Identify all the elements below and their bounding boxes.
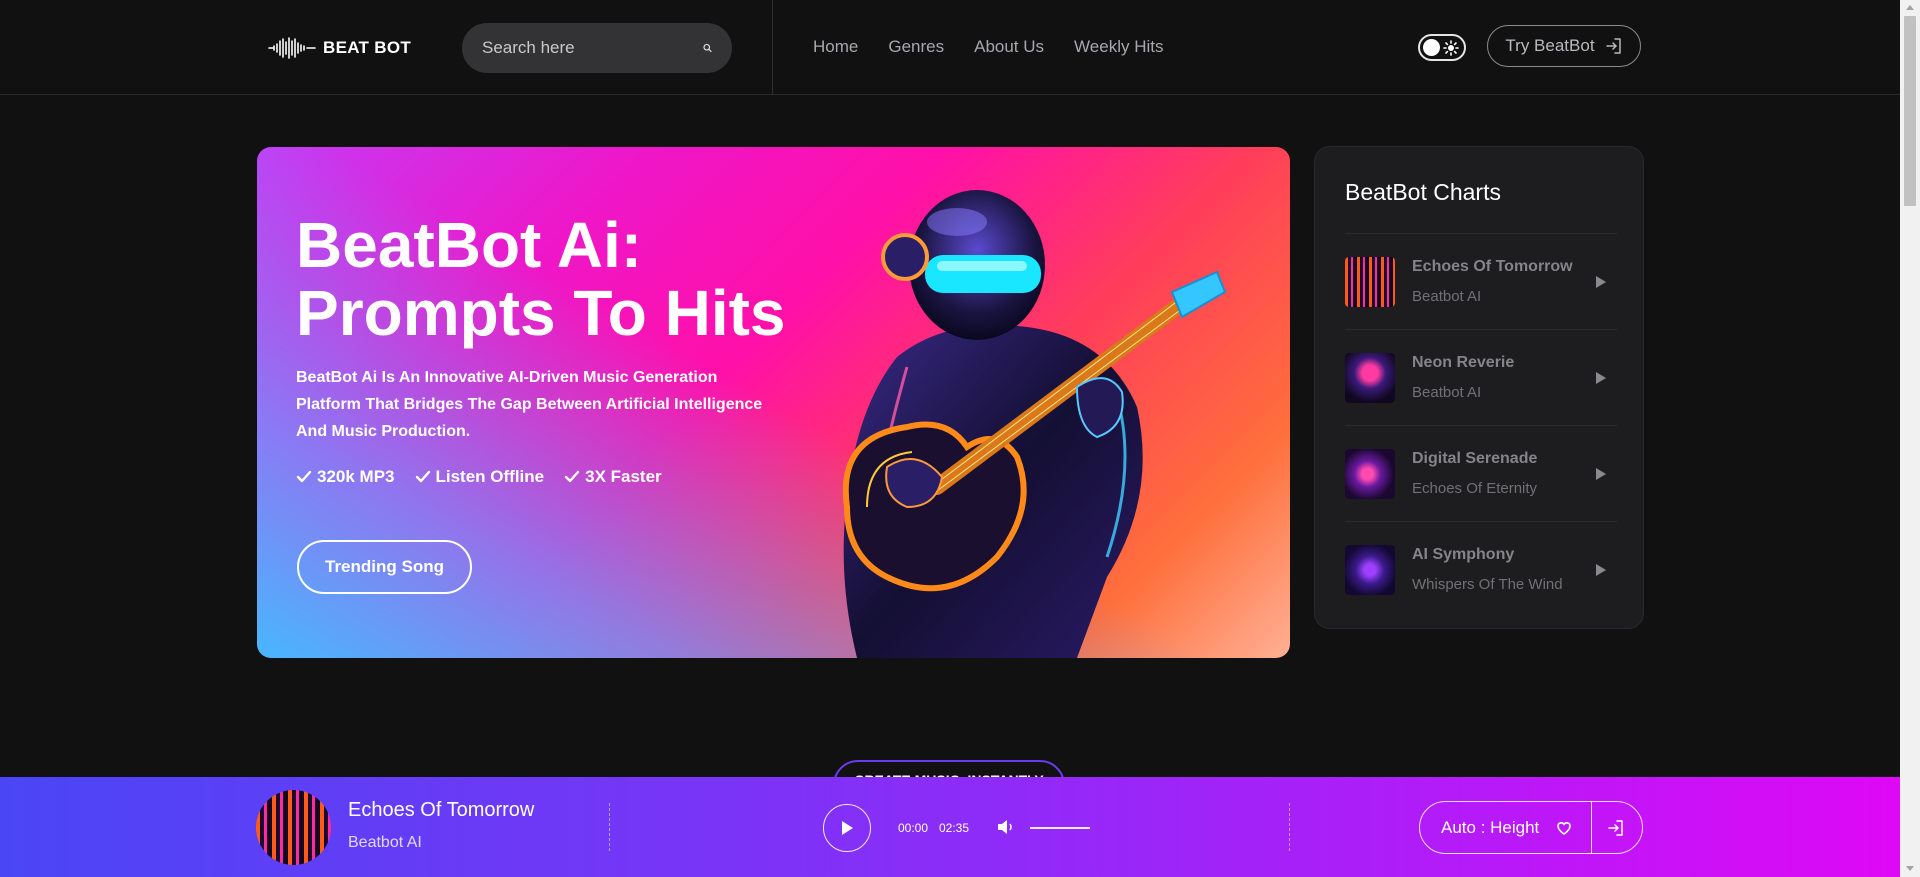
feature-label: 3X Faster: [585, 467, 662, 486]
feature-item: 3X Faster: [564, 467, 662, 487]
scroll-up-icon[interactable]: [1906, 5, 1914, 10]
nav-weekly-hits[interactable]: Weekly Hits: [1074, 37, 1163, 57]
auto-height-control[interactable]: Auto : Height: [1419, 801, 1643, 854]
track-duration: 02:35: [939, 821, 970, 835]
now-playing-cover: [256, 790, 331, 865]
track-name: Neon Reverie: [1412, 354, 1515, 371]
check-icon: [296, 470, 312, 483]
logo-text: BEAT BOT: [323, 38, 412, 57]
hero-title-line-1: BeatBot Ai:: [296, 209, 643, 281]
charts-panel: BeatBot Charts Echoes Of Tomorrow Beatbo…: [1314, 146, 1644, 629]
track-thumbnail: [1345, 256, 1395, 307]
player-divider: [1289, 803, 1290, 851]
volume-icon[interactable]: [997, 819, 1015, 835]
chart-item[interactable]: Neon Reverie Beatbot AI: [1345, 329, 1617, 425]
page-scrollbar[interactable]: [1900, 0, 1920, 877]
now-playing-artist: Beatbot AI: [348, 834, 422, 851]
chart-item[interactable]: Digital Serenade Echoes Of Eternity: [1345, 425, 1617, 521]
login-icon: [1605, 38, 1621, 54]
chart-item[interactable]: AI Symphony Whispers Of The Wind: [1345, 521, 1617, 617]
search-icon[interactable]: [703, 39, 712, 57]
track-thumbnail: [1345, 544, 1395, 595]
track-artist: Echoes Of Eternity: [1412, 480, 1538, 497]
track-artist: Beatbot AI: [1412, 384, 1482, 401]
try-beatbot-button[interactable]: Try BeatBot: [1487, 25, 1641, 67]
nav-genres[interactable]: Genres: [888, 37, 944, 57]
feature-item: Listen Offline: [415, 467, 545, 487]
music-player-bar: Echoes Of Tomorrow Beatbot AI 00:00 02:3…: [0, 777, 1900, 877]
trending-song-button[interactable]: Trending Song: [297, 540, 472, 594]
scrollbar-thumb[interactable]: [1904, 16, 1916, 206]
heart-icon[interactable]: [1556, 820, 1572, 836]
sound-wave-icon: [268, 37, 316, 59]
play-icon[interactable]: [1595, 371, 1607, 385]
check-icon: [564, 470, 580, 483]
track-artist: Beatbot AI: [1412, 288, 1482, 305]
chart-item[interactable]: Echoes Of Tomorrow Beatbot AI: [1345, 233, 1617, 329]
search-bar[interactable]: [462, 23, 732, 73]
try-beatbot-label: Try BeatBot: [1505, 36, 1595, 55]
player-divider: [609, 803, 610, 851]
volume-slider[interactable]: [1030, 827, 1090, 829]
play-icon: [842, 821, 853, 835]
logo[interactable]: BEAT BOT: [267, 36, 411, 60]
top-header: BEAT BOT Home Genres About Us Weekly Hit…: [0, 0, 1900, 95]
theme-toggle[interactable]: [1418, 34, 1466, 61]
now-playing-title: Echoes Of Tomorrow: [348, 799, 535, 821]
check-icon: [415, 470, 430, 483]
hero-title-line-2: Prompts To Hits: [296, 277, 786, 349]
charts-title: BeatBot Charts: [1345, 179, 1501, 205]
track-artist: Whispers Of The Wind: [1412, 576, 1563, 593]
chart-list: Echoes Of Tomorrow Beatbot AI Neon Rever…: [1345, 233, 1617, 617]
track-thumbnail: [1345, 352, 1395, 403]
search-input[interactable]: [482, 38, 703, 58]
feature-item: 320k MP3: [296, 467, 395, 487]
play-icon[interactable]: [1595, 275, 1607, 289]
scroll-down-icon[interactable]: [1906, 866, 1914, 871]
hero-title: BeatBot Ai: Prompts To Hits: [296, 211, 856, 347]
current-time: 00:00: [898, 821, 929, 835]
track-name: Echoes Of Tomorrow: [1412, 258, 1573, 275]
header-divider: [772, 0, 773, 95]
hero-banner: BeatBot Ai: Prompts To Hits BeatBot Ai I…: [257, 147, 1290, 658]
track-thumbnail: [1345, 448, 1395, 499]
track-name: Digital Serenade: [1412, 450, 1538, 467]
play-button[interactable]: [823, 804, 871, 852]
nav-home[interactable]: Home: [813, 37, 858, 57]
toggle-knob: [1423, 39, 1440, 56]
main-nav: Home Genres About Us Weekly Hits: [813, 37, 1163, 57]
track-name: AI Symphony: [1412, 546, 1515, 563]
auto-box-divider: [1591, 802, 1592, 853]
feature-label: Listen Offline: [435, 467, 545, 486]
nav-about-us[interactable]: About Us: [974, 37, 1044, 57]
hero-description: BeatBot Ai Is An Innovative AI-Driven Mu…: [296, 369, 763, 440]
login-icon[interactable]: [1607, 819, 1625, 837]
sun-icon: [1443, 39, 1459, 56]
auto-height-label: Auto : Height: [1441, 818, 1540, 837]
play-icon[interactable]: [1595, 563, 1607, 577]
feature-label: 320k MP3: [317, 467, 395, 486]
feature-list: 320k MP3 Listen Offline 3X Faster: [296, 467, 662, 487]
play-icon[interactable]: [1595, 467, 1607, 481]
